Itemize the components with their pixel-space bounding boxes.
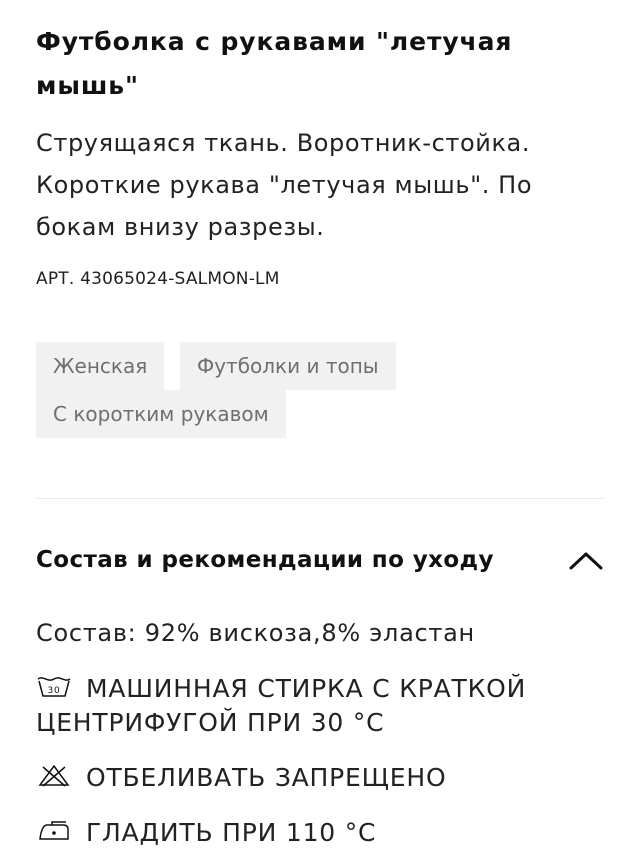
accordion-title: Состав и рекомендации по уходу — [36, 547, 494, 573]
tag-women[interactable]: Женская — [36, 342, 165, 390]
care-wash-label: МАШИННАЯ СТИРКА С КРАТКОЙ ЦЕНТРИФУГОЙ ПР… — [36, 674, 527, 737]
tag-short-sleeve[interactable]: С коротким рукавом — [36, 390, 286, 438]
iron-110-icon — [36, 818, 72, 842]
no-bleach-icon — [36, 763, 72, 787]
care-item-bleach: ОТБЕЛИВАТЬ ЗАПРЕЩЕНО — [36, 761, 596, 795]
tag-t-shirts-and-tops[interactable]: Футболки и топы — [180, 342, 396, 390]
section-divider — [36, 498, 605, 499]
product-title: Футболка с рукавами "летучая мышь" — [36, 27, 513, 100]
care-bleach-label: ОТБЕЛИВАТЬ ЗАПРЕЩЕНО — [86, 763, 447, 792]
care-item-wash: 30 МАШИННАЯ СТИРКА С КРАТКОЙ ЦЕНТРИФУГОЙ… — [36, 672, 596, 740]
wash-temperature-label: 30 — [47, 686, 60, 696]
care-item-iron: ГЛАДИТЬ ПРИ 110 °C — [36, 816, 596, 850]
article-number: АРТ. 43065024-SALMON-LM — [36, 269, 280, 289]
product-description: Струящаяся ткань. Воротник-стойка. Корот… — [36, 129, 533, 241]
care-iron-label: ГЛАДИТЬ ПРИ 110 °C — [86, 818, 377, 847]
wash-30-icon: 30 — [36, 674, 72, 698]
chevron-up-icon[interactable] — [566, 546, 606, 574]
accordion-toggle[interactable]: Состав и рекомендации по уходу — [36, 536, 606, 584]
composition-text: Состав: 92% вискоза,8% эластан — [36, 619, 475, 647]
